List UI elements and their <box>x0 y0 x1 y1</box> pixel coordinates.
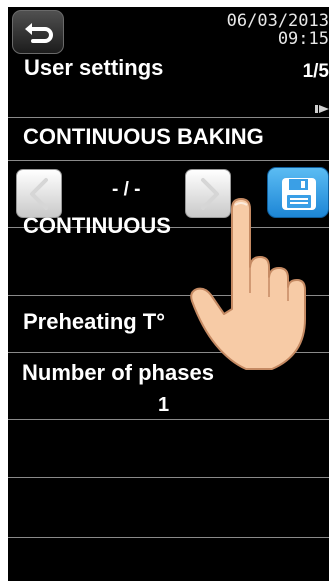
page-indicator: 1/5 <box>302 61 329 82</box>
program-name[interactable]: CONTINUOUS BAKING <box>23 124 264 150</box>
scroll-right-icon[interactable] <box>315 103 329 115</box>
device-screen: 06/03/2013 09:15 User settings 1/5 CONTI… <box>8 7 329 581</box>
previous-button[interactable] <box>16 169 62 218</box>
pointing-hand-icon <box>190 198 306 370</box>
page-title: User settings <box>24 55 164 80</box>
chevron-left-icon <box>30 178 48 210</box>
time-display: 09:15 <box>277 29 329 49</box>
period-indicator: - / - <box>112 179 141 200</box>
mode-setting[interactable]: CONTINUOUS <box>23 213 171 239</box>
return-arrow-icon <box>25 23 53 43</box>
separator <box>8 419 329 420</box>
phases-value: 1 <box>158 394 170 416</box>
separator <box>8 537 329 538</box>
separator <box>8 117 329 118</box>
phases-label[interactable]: Number of phases <box>22 360 214 386</box>
date-display: 06/03/2013 <box>226 11 329 31</box>
back-button[interactable] <box>12 10 64 54</box>
separator <box>8 160 329 161</box>
preheating-setting[interactable]: Preheating T° <box>23 309 165 335</box>
separator <box>8 477 329 478</box>
